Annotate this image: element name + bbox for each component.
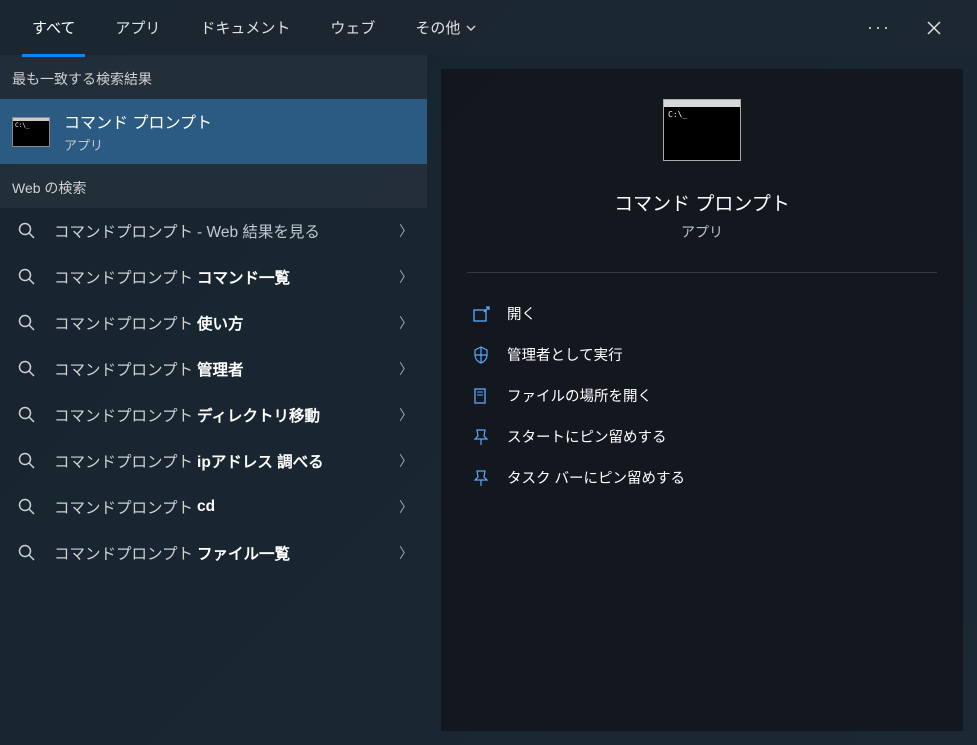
tab-web[interactable]: ウェブ	[310, 1, 395, 54]
list-item-suffix: コマンド一覧	[197, 266, 290, 288]
chevron-right-icon: 〉	[399, 313, 413, 333]
chevron-right-icon: 〉	[399, 359, 413, 379]
chevron-right-icon: 〉	[399, 405, 413, 425]
web-result-4[interactable]: コマンドプロンプト ディレクトリ移動 〉	[0, 392, 427, 438]
search-header: すべて アプリ ドキュメント ウェブ その他 ···	[0, 0, 977, 55]
search-icon	[18, 360, 36, 378]
list-item-suffix: - Web 結果を見る	[197, 220, 320, 242]
actions-list: 開く 管理者として実行 ファイルの場所を開く スタートにピン留めする タスク バ…	[467, 273, 937, 498]
web-result-3[interactable]: コマンドプロンプト 管理者 〉	[0, 346, 427, 392]
preview-title: コマンド プロンプト	[614, 189, 790, 216]
list-item-prefix: コマンドプロンプト	[54, 312, 193, 334]
list-item-suffix: 使い方	[197, 312, 244, 334]
pin-icon	[471, 427, 491, 447]
tab-documents[interactable]: ドキュメント	[180, 1, 310, 54]
action-pin-taskbar[interactable]: タスク バーにピン留めする	[467, 457, 937, 498]
web-result-0[interactable]: コマンドプロンプト - Web 結果を見る 〉	[0, 208, 427, 254]
chevron-right-icon: 〉	[399, 221, 413, 241]
web-result-1[interactable]: コマンドプロンプト コマンド一覧 〉	[0, 254, 427, 300]
search-icon	[18, 314, 36, 332]
list-item-suffix: ファイル一覧	[197, 542, 290, 564]
close-button[interactable]	[919, 13, 949, 43]
search-icon	[18, 268, 36, 286]
action-open-location[interactable]: ファイルの場所を開く	[467, 375, 937, 416]
action-label: タスク バーにピン留めする	[507, 467, 685, 488]
search-icon	[18, 452, 36, 470]
tab-all[interactable]: すべて	[12, 1, 95, 54]
tab-more[interactable]: その他	[395, 1, 496, 54]
preview-panel: コマンド プロンプト アプリ 開く 管理者として実行 ファイルの場所を開く	[441, 69, 963, 731]
chevron-right-icon: 〉	[399, 267, 413, 287]
list-item-prefix: コマンドプロンプト	[54, 220, 193, 242]
list-item-prefix: コマンドプロンプト	[54, 404, 193, 426]
preview-header: コマンド プロンプト アプリ	[467, 99, 937, 273]
action-pin-start[interactable]: スタートにピン留めする	[467, 416, 937, 457]
list-item-suffix: ipアドレス 調べる	[197, 450, 324, 472]
more-options-button[interactable]: ···	[859, 9, 899, 46]
search-tabs: すべて アプリ ドキュメント ウェブ その他	[12, 1, 859, 54]
list-item-suffix: cd	[197, 498, 215, 516]
cmd-prompt-icon	[12, 117, 50, 147]
header-actions: ···	[859, 9, 965, 46]
result-text: コマンド プロンプト アプリ	[64, 109, 415, 154]
search-icon	[18, 222, 36, 240]
close-icon	[927, 21, 941, 35]
open-icon	[471, 304, 491, 324]
results-panel: 最も一致する検索結果 コマンド プロンプト アプリ Web の検索 コマンドプロ…	[0, 55, 427, 745]
list-item-prefix: コマンドプロンプト	[54, 542, 193, 564]
search-icon	[18, 544, 36, 562]
list-item-prefix: コマンドプロンプト	[54, 358, 193, 380]
chevron-down-icon	[466, 25, 476, 31]
list-item-prefix: コマンドプロンプト	[54, 266, 193, 288]
result-title: コマンド プロンプト	[64, 109, 415, 133]
web-result-5[interactable]: コマンドプロンプト ipアドレス 調べる 〉	[0, 438, 427, 484]
section-web-search: Web の検索	[0, 164, 427, 208]
shield-icon	[471, 345, 491, 365]
list-item-prefix: コマンドプロンプト	[54, 496, 193, 518]
pin-icon	[471, 468, 491, 488]
preview-subtitle: アプリ	[681, 222, 723, 242]
search-icon	[18, 406, 36, 424]
chevron-right-icon: 〉	[399, 451, 413, 471]
list-item-suffix: ディレクトリ移動	[197, 404, 320, 426]
action-label: 開く	[507, 303, 536, 324]
tab-more-label: その他	[415, 17, 460, 38]
chevron-right-icon: 〉	[399, 543, 413, 563]
result-subtitle: アプリ	[64, 135, 415, 154]
action-label: ファイルの場所を開く	[507, 385, 652, 406]
section-best-match: 最も一致する検索結果	[0, 55, 427, 99]
chevron-right-icon: 〉	[399, 497, 413, 517]
tab-apps[interactable]: アプリ	[95, 1, 180, 54]
action-label: 管理者として実行	[507, 344, 623, 365]
list-item-suffix: 管理者	[197, 358, 244, 380]
best-match-item[interactable]: コマンド プロンプト アプリ	[0, 99, 427, 164]
web-result-2[interactable]: コマンドプロンプト 使い方 〉	[0, 300, 427, 346]
action-run-admin[interactable]: 管理者として実行	[467, 334, 937, 375]
search-content: 最も一致する検索結果 コマンド プロンプト アプリ Web の検索 コマンドプロ…	[0, 55, 977, 745]
search-icon	[18, 498, 36, 516]
action-open[interactable]: 開く	[467, 293, 937, 334]
web-result-7[interactable]: コマンドプロンプト ファイル一覧 〉	[0, 530, 427, 576]
folder-icon	[471, 386, 491, 406]
list-item-prefix: コマンドプロンプト	[54, 450, 193, 472]
cmd-prompt-large-icon	[663, 99, 741, 161]
action-label: スタートにピン留めする	[507, 426, 667, 447]
web-result-6[interactable]: コマンドプロンプト cd 〉	[0, 484, 427, 530]
